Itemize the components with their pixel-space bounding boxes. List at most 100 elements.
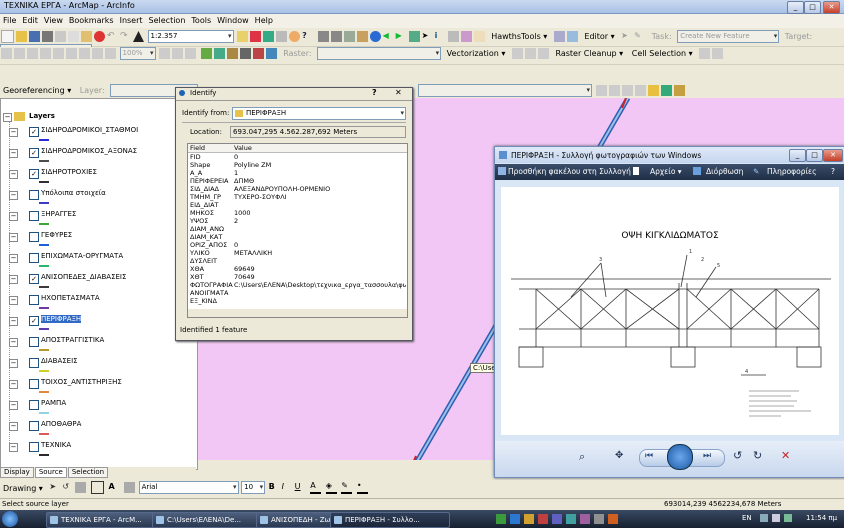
cell-icon-2[interactable] xyxy=(712,48,724,59)
font-color-icon[interactable]: A xyxy=(310,481,322,494)
strip-icon-2[interactable] xyxy=(608,85,620,96)
language-indicator[interactable]: EN xyxy=(742,514,752,522)
layer-expander[interactable]: − xyxy=(9,338,18,347)
maximize-button[interactable]: □ xyxy=(804,1,821,14)
tab-selection[interactable]: Selection xyxy=(67,467,109,478)
layout-pan-icon[interactable] xyxy=(27,48,38,59)
toc-layer[interactable]: − ΔΙΑΒΑΣΕΙΣ xyxy=(1,356,191,377)
field-value[interactable]: Polyline ZM xyxy=(234,161,406,169)
minimize-button[interactable]: _ xyxy=(787,1,804,14)
tray-icon-3[interactable] xyxy=(524,514,534,524)
layer-name[interactable]: ΗΧΟΠΕΤΑΣΜΑΤΑ xyxy=(41,294,100,302)
layout-zoom-in-icon[interactable] xyxy=(1,48,12,59)
task-periphraxi[interactable]: ΠΕΡΙΦΡΑΞΗ - Συλλο... xyxy=(330,512,450,528)
layer-visibility-checkbox[interactable] xyxy=(29,211,39,221)
scale-combo[interactable]: 1:2.357 xyxy=(147,30,234,43)
menu-file-gr[interactable]: Αρχείο ▾ xyxy=(650,167,682,176)
cell-icon-1[interactable] xyxy=(699,48,711,59)
tray-icon-2[interactable] xyxy=(510,514,520,524)
menu-tools[interactable]: Tools xyxy=(188,14,214,28)
hawths-tools-menu[interactable]: HawthsTools ▾ xyxy=(491,32,547,41)
rotate-right-icon[interactable]: ↻ xyxy=(753,449,762,462)
layer-name[interactable]: ΕΠΙΧΩΜΑΤΑ-ΟΡΥΓΜΑΤΑ xyxy=(41,252,123,260)
task-combo[interactable]: Create New Feature xyxy=(677,30,780,43)
menu-window[interactable]: Window xyxy=(214,14,252,28)
zoom-selected-icon[interactable] xyxy=(75,482,87,493)
toc-layer[interactable]: − ΤΟΙΧΟΣ_ΑΝΤΙΣΤΗΡΙΞΗΣ xyxy=(1,377,191,398)
layer-name[interactable]: ΔΙΑΒΑΣΕΙΣ xyxy=(41,357,78,365)
raster-combo[interactable] xyxy=(317,47,442,60)
layer-name[interactable]: ΑΝΙΣΟΠΕΔΕΣ_ΔΙΑΒΑΣΕΙΣ xyxy=(41,273,126,281)
layer-expander[interactable]: − xyxy=(9,212,18,221)
menu-bookmarks[interactable]: Bookmarks xyxy=(66,14,117,28)
underline-icon[interactable]: U xyxy=(295,482,306,493)
layer-name[interactable]: ΣΙΔΗΡΟΔΡΟΜΙΚΟΣ_ΑΞΟΝΑΣ xyxy=(41,147,137,155)
menu-fix[interactable]: Διόρθωση xyxy=(706,167,743,176)
georef-tool-icon-5[interactable] xyxy=(252,48,264,59)
field-value[interactable]: ΔΠΜΘ xyxy=(234,177,406,185)
layer-visibility-checkbox[interactable] xyxy=(29,232,39,242)
toc-layer[interactable]: − ΗΧΟΠΕΤΑΣΜΑΤΑ xyxy=(1,293,191,314)
layer-expander[interactable]: − xyxy=(9,443,18,452)
font-combo[interactable]: Arial xyxy=(138,481,239,494)
layer-visibility-checkbox[interactable] xyxy=(29,358,39,368)
hyperlink-icon[interactable] xyxy=(473,31,485,42)
field-value[interactable]: C:\Users\ΕΛΕΝΑ\Desktop\τεχνικα_εργα_τασσ… xyxy=(234,281,406,289)
layout-fixed-zoom-in-icon[interactable] xyxy=(66,48,77,59)
cmd-line-icon[interactable] xyxy=(276,31,288,42)
georef-tool-icon-4[interactable] xyxy=(239,48,251,59)
field-value[interactable]: 69649 xyxy=(234,265,406,273)
select-features-icon[interactable] xyxy=(408,31,420,42)
menu-insert[interactable]: Insert xyxy=(117,14,146,28)
toc-layer[interactable]: − ΓΕΦΥΡΕΣ xyxy=(1,230,191,251)
delete-icon[interactable] xyxy=(94,31,105,42)
find-icon[interactable] xyxy=(447,31,459,42)
viewer-close[interactable]: ✕ xyxy=(823,149,843,162)
menu-view[interactable]: View xyxy=(41,14,66,28)
field-value[interactable]: ΜΕΤΑΛΛΙΚΗ xyxy=(234,249,406,257)
rotate-icon[interactable]: ↺ xyxy=(62,482,73,493)
identify-help-icon[interactable]: ? xyxy=(372,88,377,97)
back-icon[interactable]: ◀ xyxy=(383,31,394,42)
layer-visibility-checkbox[interactable] xyxy=(29,337,39,347)
toc-layer[interactable]: − ΤΕΧΝΙΚΑ xyxy=(1,440,191,461)
vector-icon-2[interactable] xyxy=(524,48,536,59)
zoom-in-icon[interactable] xyxy=(317,31,329,42)
line-color-icon[interactable]: ✎ xyxy=(341,481,353,494)
strip-icon-6[interactable] xyxy=(660,85,672,96)
drawing-menu[interactable]: Drawing ▾ xyxy=(3,484,43,493)
strip-icon-1[interactable] xyxy=(595,85,607,96)
layer-name[interactable]: ΓΕΦΥΡΕΣ xyxy=(41,231,72,239)
new-icon[interactable] xyxy=(1,30,14,43)
bold-icon[interactable]: B xyxy=(269,482,280,493)
layer-name[interactable]: ΣΙΔΗΡΟΤΡΟΧΙΕΣ xyxy=(41,168,97,176)
layer-visibility-checkbox[interactable] xyxy=(29,400,39,410)
layer-visibility-checkbox[interactable] xyxy=(29,253,39,263)
toc-layer[interactable]: − ΞΗΡΑΓΓΕΣ xyxy=(1,209,191,230)
menu-selection[interactable]: Selection xyxy=(146,14,189,28)
layer-expander[interactable]: − xyxy=(9,170,18,179)
layer-expander[interactable]: − xyxy=(9,422,18,431)
layer-expander[interactable]: − xyxy=(9,359,18,368)
slideshow-button[interactable] xyxy=(667,444,693,470)
georef-tool-icon-1[interactable] xyxy=(200,48,212,59)
italic-icon[interactable]: I xyxy=(282,482,293,493)
editor-menu[interactable]: Editor ▾ xyxy=(584,32,614,41)
select-elements-draw-icon[interactable]: ➤ xyxy=(49,482,60,493)
tray-icon-7[interactable] xyxy=(580,514,590,524)
toc-layer[interactable]: − ΑΠΟΘΑΘΡΑ xyxy=(1,419,191,440)
text-icon[interactable]: A xyxy=(108,482,119,493)
layer-visibility-checkbox[interactable] xyxy=(29,379,39,389)
tab-display[interactable]: Display xyxy=(0,467,34,478)
zoom-whole-page-icon[interactable] xyxy=(40,48,51,59)
layer-name[interactable]: ΑΠΟΣΤΡΑΓΓΙΣΤΙΚΑ xyxy=(41,336,104,344)
menu-info[interactable]: Πληροφορίες xyxy=(767,167,816,176)
field-value[interactable]: 1000 xyxy=(234,209,406,217)
open-icon[interactable] xyxy=(16,31,27,42)
identify-from-combo[interactable]: ΠΕΡΙΦΡΑΞΗ xyxy=(232,107,406,120)
catalog-icon[interactable] xyxy=(263,31,275,42)
layer-visibility-checkbox[interactable] xyxy=(29,190,39,200)
task-arcmap[interactable]: ΤΕΧΝΙΚΑ ΕΡΓΑ - ArcM... xyxy=(46,512,166,528)
measure-icon[interactable] xyxy=(460,31,472,42)
arctoolbox-icon[interactable] xyxy=(250,31,262,42)
